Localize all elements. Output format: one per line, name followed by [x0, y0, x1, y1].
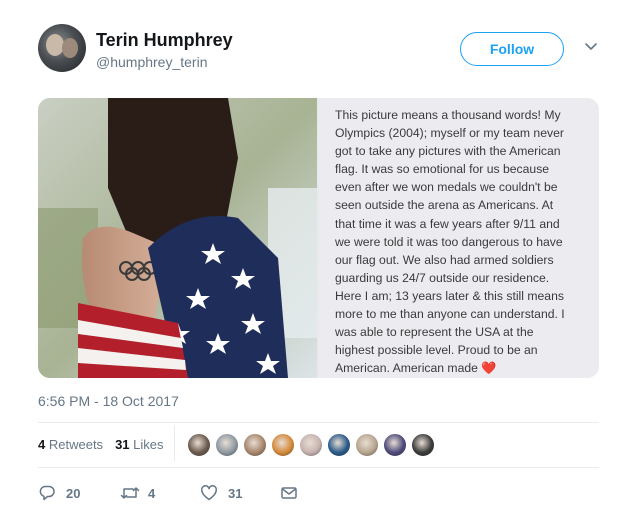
- text-line: seen outside the arena as Americans. At: [335, 198, 554, 213]
- text-line: flag. It was so emotional for us because: [335, 162, 550, 177]
- likes-count: 31: [115, 437, 130, 452]
- like-count: 31: [228, 485, 243, 501]
- follow-button[interactable]: Follow: [460, 32, 564, 66]
- tweet-timestamp[interactable]: 6:56 PM - 18 Oct 2017: [38, 393, 179, 409]
- reply-icon: [38, 484, 56, 502]
- liker-avatar[interactable]: [383, 433, 407, 457]
- text-line: This picture means a thousand words! My: [335, 108, 561, 122]
- tweet-header: Terin Humphrey @humphrey_terin Follow: [38, 24, 603, 76]
- envelope-icon: [280, 484, 298, 502]
- text-line: our flag out. We also had armed soldiers: [335, 252, 554, 267]
- retweet-count: 4: [148, 485, 156, 501]
- reply-count: 20: [66, 485, 81, 501]
- liker-avatar[interactable]: [271, 433, 295, 457]
- liker-avatar[interactable]: [327, 433, 351, 457]
- text-line: Olympics (2004); myself or my team never: [335, 126, 564, 141]
- text-line: highest possible level. Proud to be an: [335, 343, 538, 358]
- text-line: we were told it was too dangerous to hav…: [335, 234, 563, 249]
- tweet-actions: 20 4 31: [38, 482, 338, 504]
- text-line: more to me than anyone can understand. I: [335, 307, 565, 322]
- chevron-down-icon[interactable]: [583, 38, 599, 54]
- liker-avatar[interactable]: [355, 433, 379, 457]
- text-screenshot: This picture means a thousand words! My …: [319, 98, 599, 378]
- flag-photo[interactable]: [38, 98, 317, 378]
- retweet-button[interactable]: 4: [120, 482, 155, 504]
- direct-message-button[interactable]: [280, 482, 298, 504]
- likes-stat[interactable]: 31 Likes: [115, 437, 163, 452]
- text-line: was able to represent the USA at the: [335, 325, 534, 340]
- tweet-media[interactable]: This picture means a thousand words! My …: [38, 98, 599, 378]
- author-handle[interactable]: @humphrey_terin: [96, 54, 208, 70]
- divider: [38, 467, 599, 468]
- retweets-stat[interactable]: 4 Retweets: [38, 437, 103, 452]
- text-screenshot-body: This picture means a thousand words! My …: [335, 106, 585, 377]
- stats-separator: [174, 425, 175, 461]
- text-line: guarding us 24/7 outside our residence.: [335, 270, 550, 285]
- like-button[interactable]: 31: [200, 482, 242, 504]
- author-name[interactable]: Terin Humphrey: [96, 30, 233, 51]
- liker-avatar[interactable]: [187, 433, 211, 457]
- retweets-count: 4: [38, 437, 46, 452]
- retweets-label: Retweets: [48, 437, 104, 452]
- heart-emoji-icon: ❤️: [481, 361, 497, 376]
- text-line: even after we won medals we couldn't be: [335, 180, 558, 195]
- liker-avatar[interactable]: [215, 433, 239, 457]
- liker-avatar[interactable]: [411, 433, 435, 457]
- reply-button[interactable]: 20: [38, 482, 80, 504]
- liker-avatar[interactable]: [299, 433, 323, 457]
- text-line: got to take any pictures with the Americ…: [335, 144, 561, 159]
- retweet-icon: [120, 484, 140, 502]
- liker-avatar[interactable]: [243, 433, 267, 457]
- heart-icon: [200, 484, 218, 502]
- text-line: that time it was a few years after 9/11 …: [335, 216, 560, 231]
- likes-label: Likes: [133, 437, 164, 452]
- divider: [38, 422, 599, 423]
- author-avatar[interactable]: [38, 24, 86, 72]
- text-line: Here I am; 13 years later & this still m…: [335, 288, 564, 303]
- tweet-stats: 4 Retweets 31 Likes: [38, 437, 164, 452]
- text-line: American. American made: [335, 361, 478, 376]
